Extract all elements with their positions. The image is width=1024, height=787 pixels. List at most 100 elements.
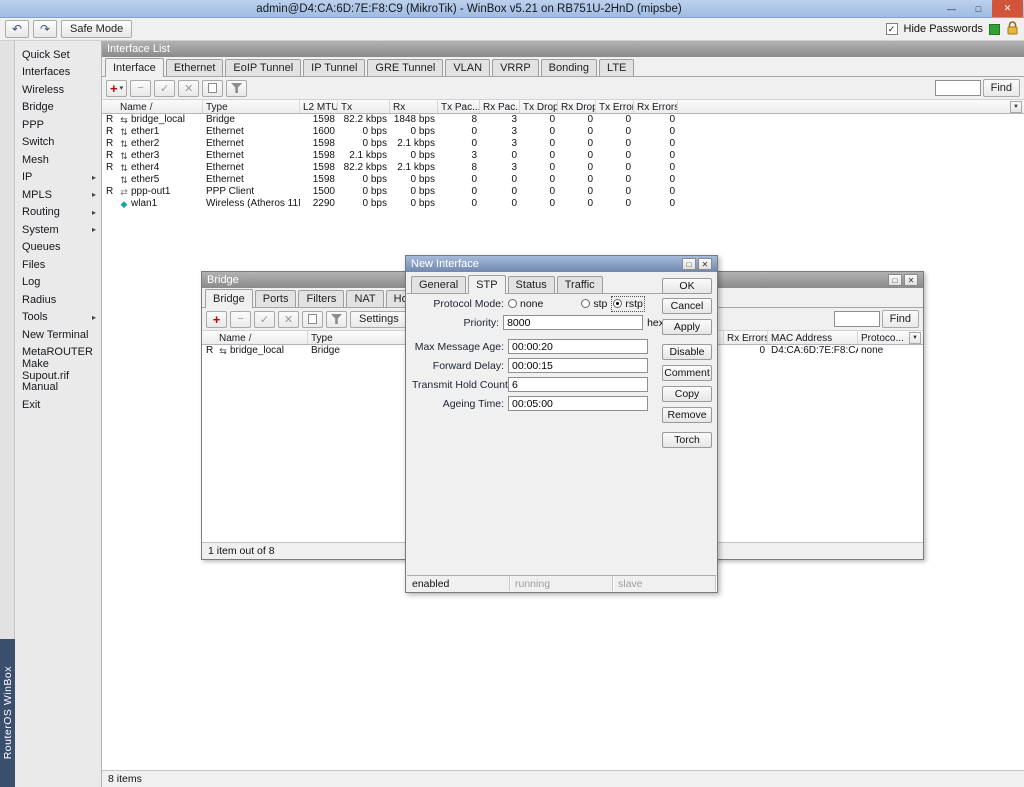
column-header[interactable]: Tx Drops [520,100,558,113]
maximize-button[interactable]: □ [965,0,992,17]
tab[interactable]: Bridge [205,289,253,308]
interface-row[interactable]: R ether3 Ethernet 1598 2.1 kbps 0 bps 3 … [102,150,1024,162]
field-input[interactable] [508,358,648,373]
sidebar-item[interactable]: Mesh [15,151,101,169]
tab[interactable]: Ethernet [166,59,224,76]
tab[interactable]: General [411,276,466,293]
enable-button[interactable]: ✓ [154,80,175,97]
column-header[interactable]: Rx Pac... [480,100,520,113]
filter-button[interactable] [226,80,247,97]
comment-button[interactable] [202,80,223,97]
column-header[interactable]: Rx Errors [724,331,768,344]
disable-button[interactable]: ✕ [278,311,299,328]
protocol-mode-radio[interactable]: rstp [613,298,643,310]
field-input[interactable] [508,339,648,354]
dialog-close-button[interactable]: ✕ [698,258,712,270]
column-header[interactable]: L2 MTU [300,100,338,113]
add-button[interactable]: + ▾ [106,80,127,97]
dialog-button[interactable]: Remove [662,407,712,423]
find-input[interactable] [834,311,880,327]
tab[interactable]: VRRP [492,59,539,76]
disable-button[interactable]: ✕ [178,80,199,97]
tab[interactable]: GRE Tunnel [367,59,443,76]
sidebar-item[interactable]: MPLS ▸ [15,186,101,204]
interface-row[interactable]: ether5 Ethernet 1598 0 bps 0 bps 0 0 0 0… [102,174,1024,186]
interface-row[interactable]: R bridge_local Bridge 1598 82.2 kbps 184… [102,114,1024,126]
dialog-button[interactable]: Disable [662,344,712,360]
interface-row[interactable]: R ppp-out1 PPP Client 1500 0 bps 0 bps 0… [102,186,1024,198]
column-header[interactable]: Rx Drops [558,100,596,113]
comment-button[interactable] [302,311,323,328]
find-button[interactable]: Find [882,310,919,328]
filter-button[interactable] [326,311,347,328]
tab[interactable]: IP Tunnel [303,59,365,76]
column-header[interactable]: Rx [390,100,438,113]
sidebar-item[interactable]: Files [15,256,101,274]
sidebar-item[interactable]: New Terminal [15,326,101,344]
column-selector-button[interactable]: ▼ [909,332,921,344]
tab[interactable]: Bonding [541,59,597,76]
tab[interactable]: EoIP Tunnel [225,59,301,76]
tab[interactable]: VLAN [445,59,490,76]
remove-button[interactable]: − [230,311,251,328]
find-input[interactable] [935,80,981,96]
dialog-button[interactable]: Comment [662,365,712,381]
tab[interactable]: STP [468,275,505,294]
column-header[interactable]: Name / [216,331,308,344]
column-selector-button[interactable]: ▼ [1010,101,1022,113]
sidebar-item[interactable]: IP ▸ [15,169,101,187]
tab[interactable]: Status [508,276,555,293]
sidebar-item[interactable]: Quick Set [15,46,101,64]
redo-button[interactable]: ↷ [33,20,57,38]
sidebar-item[interactable]: PPP [15,116,101,134]
add-button[interactable]: + [206,311,227,328]
hide-passwords-checkbox[interactable]: ✓ [886,23,898,35]
enable-button[interactable]: ✓ [254,311,275,328]
tab[interactable]: LTE [599,59,634,76]
column-header[interactable]: MAC Address [768,331,858,344]
dialog-button[interactable]: Apply [662,319,712,335]
dialog-button[interactable]: Torch [662,432,712,448]
field-input[interactable] [508,396,648,411]
sidebar-item[interactable]: Queues [15,239,101,257]
dialog-button[interactable]: OK [662,278,712,294]
column-header[interactable]: Tx Errors [596,100,634,113]
column-header[interactable]: Rx Errors [634,100,678,113]
column-header[interactable]: Protoco... [858,331,914,344]
field-input[interactable] [508,377,648,392]
interface-row[interactable]: R ether2 Ethernet 1598 0 bps 2.1 kbps 0 … [102,138,1024,150]
sidebar-item[interactable]: Wireless [15,81,101,99]
column-header[interactable]: Tx [338,100,390,113]
remove-button[interactable]: − [130,80,151,97]
sidebar-item[interactable]: Routing ▸ [15,204,101,222]
undo-button[interactable]: ↶ [5,20,29,38]
tab[interactable]: NAT [346,290,383,307]
sidebar-item[interactable]: System ▸ [15,221,101,239]
dialog-button[interactable]: Copy [662,386,712,402]
field-input[interactable] [503,315,643,330]
dialog-restore-button[interactable]: □ [682,258,696,270]
dialog-titlebar[interactable]: New Interface □ ✕ [406,256,717,272]
sidebar-item[interactable]: Log [15,274,101,292]
safe-mode-button[interactable]: Safe Mode [61,20,132,38]
settings-button[interactable]: Settings [350,311,408,328]
interface-row[interactable]: wlan1 Wireless (Atheros 11N) 2290 0 bps … [102,198,1024,210]
interface-row[interactable]: R ether4 Ethernet 1598 82.2 kbps 2.1 kbp… [102,162,1024,174]
tab[interactable]: Interface [105,58,164,77]
sidebar-item[interactable]: Tools ▸ [15,309,101,327]
protocol-mode-radio[interactable]: stp [581,298,607,310]
protocol-mode-radio[interactable]: none [508,298,543,310]
dialog-button[interactable]: Cancel [662,298,712,314]
sidebar-item[interactable]: Switch [15,134,101,152]
bridge-restore-button[interactable]: □ [888,274,902,286]
close-button[interactable]: ✕ [992,0,1023,17]
bridge-close-button[interactable]: ✕ [904,274,918,286]
sidebar-item[interactable]: Exit [15,396,101,414]
sidebar-item[interactable]: Interfaces [15,64,101,82]
find-button[interactable]: Find [983,79,1020,97]
tab[interactable]: Ports [255,290,297,307]
sidebar-item[interactable]: Bridge [15,99,101,117]
column-header[interactable]: Type [203,100,300,113]
minimize-button[interactable]: — [938,0,965,17]
tab[interactable]: Traffic [557,276,603,293]
